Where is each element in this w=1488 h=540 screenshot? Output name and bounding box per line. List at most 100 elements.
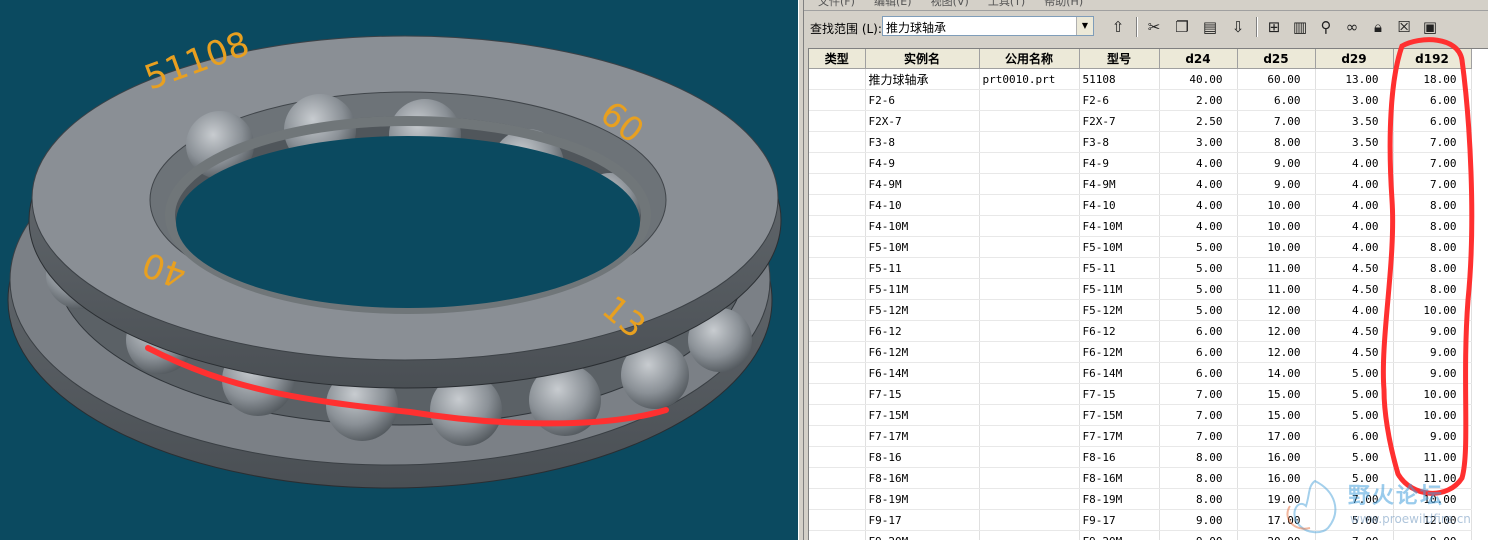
cell-d25[interactable]: 12.00 — [1237, 320, 1316, 342]
col-header-d192[interactable]: d192 — [1393, 49, 1472, 69]
cell-d192[interactable]: 10.00 — [1393, 488, 1472, 510]
cell-instance-name[interactable]: F8-16M — [865, 467, 980, 489]
cell-d192[interactable]: 8.00 — [1393, 194, 1472, 216]
cell-model[interactable]: F9-20M — [1079, 530, 1160, 540]
cell-d29[interactable]: 5.00 — [1315, 383, 1394, 405]
cell-d24[interactable]: 2.00 — [1159, 89, 1238, 111]
cell-model[interactable]: F6-14M — [1079, 362, 1160, 384]
cell-instance-name[interactable]: F6-14M — [865, 362, 980, 384]
cell-d25[interactable]: 16.00 — [1237, 467, 1316, 489]
cell-d29[interactable]: 5.00 — [1315, 509, 1394, 531]
cell-type[interactable] — [809, 89, 866, 111]
cell-d29[interactable]: 4.00 — [1315, 152, 1394, 174]
cell-instance-name[interactable]: 推力球轴承 — [865, 68, 980, 90]
cell-d29[interactable]: 3.00 — [1315, 89, 1394, 111]
cell-common-name[interactable] — [979, 110, 1080, 132]
generate-icon[interactable]: ▣ — [1420, 17, 1440, 37]
up-level-icon[interactable]: ⇧ — [1108, 17, 1128, 37]
cell-type[interactable] — [809, 131, 866, 153]
cut-icon[interactable]: ✂ — [1144, 17, 1164, 37]
cell-type[interactable] — [809, 257, 866, 279]
cell-type[interactable] — [809, 362, 866, 384]
cell-d192[interactable]: 6.00 — [1393, 110, 1472, 132]
lock-icon[interactable]: 🔒︎ — [1368, 17, 1388, 37]
cell-d24[interactable]: 8.00 — [1159, 488, 1238, 510]
cell-d24[interactable]: 7.00 — [1159, 383, 1238, 405]
cell-d29[interactable]: 4.00 — [1315, 215, 1394, 237]
cell-d192[interactable]: 8.00 — [1393, 278, 1472, 300]
cell-d29[interactable]: 5.00 — [1315, 467, 1394, 489]
cell-type[interactable] — [809, 530, 866, 540]
cell-d25[interactable]: 15.00 — [1237, 383, 1316, 405]
cell-d25[interactable]: 11.00 — [1237, 278, 1316, 300]
cell-common-name[interactable] — [979, 320, 1080, 342]
cell-d25[interactable]: 16.00 — [1237, 446, 1316, 468]
cell-d192[interactable]: 11.00 — [1393, 467, 1472, 489]
cell-d24[interactable]: 9.00 — [1159, 509, 1238, 531]
cell-d25[interactable]: 17.00 — [1237, 425, 1316, 447]
table-row[interactable]: F5-10M F5-10M 5.00 10.00 4.00 8.00 — [809, 236, 1472, 258]
cell-d24[interactable]: 7.00 — [1159, 404, 1238, 426]
cell-model[interactable]: F2-6 — [1079, 89, 1160, 111]
cell-type[interactable] — [809, 467, 866, 489]
col-header-instance-name[interactable]: 实例名 — [865, 49, 980, 69]
cell-d24[interactable]: 9.00 — [1159, 530, 1238, 540]
table-row[interactable]: F7-15M F7-15M 7.00 15.00 5.00 10.00 — [809, 404, 1472, 426]
cell-d25[interactable]: 17.00 — [1237, 509, 1316, 531]
cell-instance-name[interactable]: F5-12M — [865, 299, 980, 321]
table-row[interactable]: F2-6 F2-6 2.00 6.00 3.00 6.00 — [809, 89, 1472, 111]
cell-common-name[interactable] — [979, 173, 1080, 195]
table-row[interactable]: F7-17M F7-17M 7.00 17.00 6.00 9.00 — [809, 425, 1472, 447]
cell-instance-name[interactable]: F2X-7 — [865, 110, 980, 132]
cell-d192[interactable]: 9.00 — [1393, 341, 1472, 363]
cell-instance-name[interactable]: F9-17 — [865, 509, 980, 531]
col-header-d29[interactable]: d29 — [1315, 49, 1394, 69]
cell-model[interactable]: F7-15M — [1079, 404, 1160, 426]
cell-type[interactable] — [809, 425, 866, 447]
cell-model[interactable]: F7-17M — [1079, 425, 1160, 447]
cell-common-name[interactable] — [979, 194, 1080, 216]
cell-type[interactable] — [809, 236, 866, 258]
cell-d29[interactable]: 7.00 — [1315, 530, 1394, 540]
cell-common-name[interactable] — [979, 278, 1080, 300]
cell-model[interactable]: F5-11M — [1079, 278, 1160, 300]
cell-d29[interactable]: 4.00 — [1315, 299, 1394, 321]
cell-d29[interactable]: 4.50 — [1315, 257, 1394, 279]
cell-d25[interactable]: 7.00 — [1237, 110, 1316, 132]
table-row[interactable]: F4-10M F4-10M 4.00 10.00 4.00 8.00 — [809, 215, 1472, 237]
cell-model[interactable]: 51108 — [1079, 68, 1160, 90]
cell-instance-name[interactable]: F5-11 — [865, 257, 980, 279]
cell-d24[interactable]: 8.00 — [1159, 446, 1238, 468]
cell-d24[interactable]: 4.00 — [1159, 194, 1238, 216]
menu-help[interactable]: 帮助(H) — [1044, 0, 1083, 7]
cell-common-name[interactable] — [979, 299, 1080, 321]
cell-model[interactable]: F9-17 — [1079, 509, 1160, 531]
cell-d29[interactable]: 4.50 — [1315, 278, 1394, 300]
cell-d192[interactable]: 6.00 — [1393, 89, 1472, 111]
table-row[interactable]: F6-14M F6-14M 6.00 14.00 5.00 9.00 — [809, 362, 1472, 384]
table-row[interactable]: F9-20MF9-20M9.0020.007.009.00 — [809, 530, 1472, 540]
cell-d192[interactable]: 9.00 — [1393, 362, 1472, 384]
table-row[interactable]: F9-17 F9-17 9.00 17.00 5.00 12.00 — [809, 509, 1472, 531]
cell-d24[interactable]: 5.00 — [1159, 257, 1238, 279]
cell-instance-name[interactable]: F6-12M — [865, 341, 980, 363]
col-header-d25[interactable]: d25 — [1237, 49, 1316, 69]
cell-common-name[interactable] — [979, 341, 1080, 363]
cell-d25[interactable]: 8.00 — [1237, 131, 1316, 153]
cell-d25[interactable]: 11.00 — [1237, 257, 1316, 279]
cell-instance-name[interactable]: F2-6 — [865, 89, 980, 111]
cell-model[interactable]: F5-10M — [1079, 236, 1160, 258]
cell-d24[interactable]: 4.00 — [1159, 152, 1238, 174]
table-row[interactable]: F4-10 F4-10 4.00 10.00 4.00 8.00 — [809, 194, 1472, 216]
cell-d24[interactable]: 7.00 — [1159, 425, 1238, 447]
cell-d24[interactable]: 4.00 — [1159, 215, 1238, 237]
table-row[interactable]: F6-12M F6-12M 6.00 12.00 4.50 9.00 — [809, 341, 1472, 363]
cell-d25[interactable]: 60.00 — [1237, 68, 1316, 90]
cell-common-name[interactable] — [979, 383, 1080, 405]
cell-common-name[interactable] — [979, 362, 1080, 384]
scope-dropdown[interactable]: 推力球轴承 ▼ — [882, 16, 1094, 36]
cell-type[interactable] — [809, 278, 866, 300]
cell-d29[interactable]: 5.00 — [1315, 362, 1394, 384]
fill-icon[interactable]: ⇩ — [1228, 17, 1248, 37]
paste-icon[interactable]: ▤ — [1200, 17, 1220, 37]
